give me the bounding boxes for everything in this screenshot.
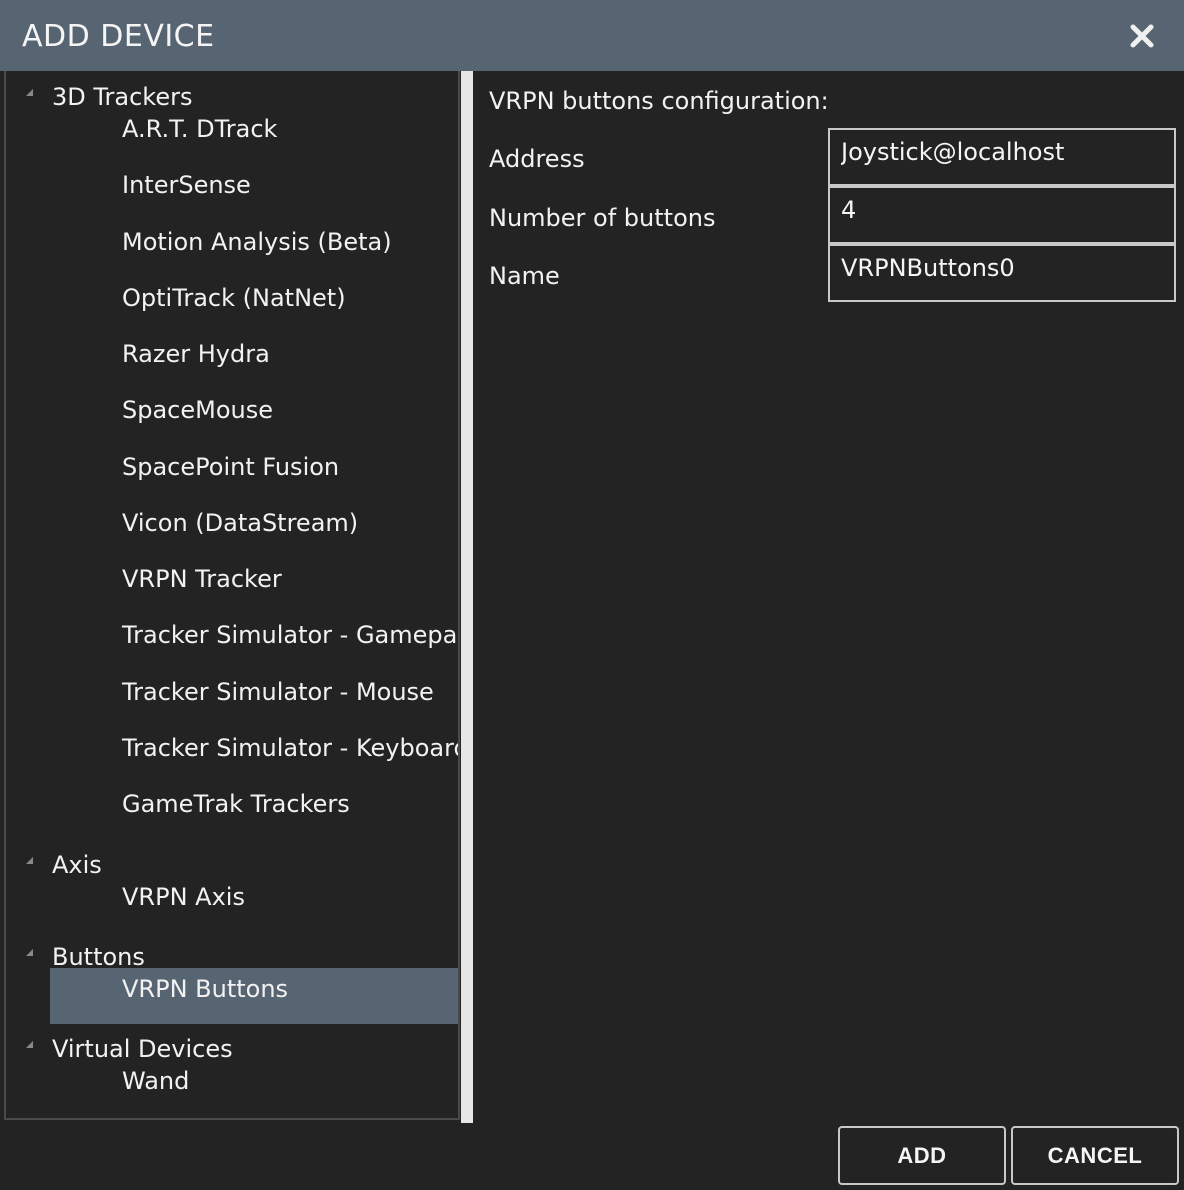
tree-item-label: OptiTrack (NatNet): [122, 284, 346, 312]
tree-item-optitrack[interactable]: OptiTrack (NatNet): [50, 277, 458, 333]
tree-item-spacemouse[interactable]: SpaceMouse: [50, 389, 458, 445]
close-icon[interactable]: [1120, 16, 1164, 56]
tree-item-label: VRPN Buttons: [122, 975, 289, 1003]
tree-item-art-dtrack[interactable]: A.R.T. DTrack: [50, 108, 458, 164]
tree-item-tracker-sim-gamepad[interactable]: Tracker Simulator - Gamepad: [50, 614, 460, 670]
tree-item-gametrak[interactable]: GameTrak Trackers: [50, 783, 458, 839]
tree-item-vicon[interactable]: Vicon (DataStream): [50, 502, 458, 558]
expander-icon[interactable]: [26, 89, 33, 96]
tree-group-axis: Axis: [6, 844, 458, 880]
expander-icon[interactable]: [26, 857, 33, 864]
tree-item-label: VRPN Axis: [122, 883, 245, 911]
name-label: Name: [489, 262, 560, 290]
tree-item-label: VRPN Tracker: [122, 565, 282, 593]
tree-item-vrpn-axis[interactable]: VRPN Axis: [50, 876, 458, 932]
number-of-buttons-label: Number of buttons: [489, 204, 716, 232]
tree-item-label: Motion Analysis (Beta): [122, 228, 392, 256]
tree-item-label: A.R.T. DTrack: [122, 115, 278, 143]
address-field[interactable]: [828, 128, 1176, 186]
tree-item-motion-analysis[interactable]: Motion Analysis (Beta): [50, 221, 458, 277]
config-title: VRPN buttons configuration:: [489, 87, 829, 115]
tree-item-label: Tracker Simulator - Keyboard: [122, 734, 460, 762]
panel-splitter[interactable]: [461, 71, 473, 1123]
config-panel: VRPN buttons configuration: Address Numb…: [473, 71, 1184, 1120]
add-button[interactable]: ADD: [838, 1126, 1006, 1185]
window-title: ADD DEVICE: [22, 19, 215, 54]
tree-item-tracker-sim-mouse[interactable]: Tracker Simulator - Mouse: [50, 671, 458, 727]
tree-item-label: Wand: [122, 1067, 190, 1095]
tree-group-header[interactable]: Axis: [6, 844, 458, 880]
name-field[interactable]: [828, 244, 1176, 302]
tree-item-vrpn-buttons[interactable]: VRPN Buttons: [50, 968, 458, 1024]
tree-item-razer-hydra[interactable]: Razer Hydra: [50, 333, 458, 389]
tree-item-vrpn-tracker[interactable]: VRPN Tracker: [50, 558, 458, 614]
tree-item-wand[interactable]: Wand: [50, 1060, 458, 1116]
tree-item-tracker-sim-keyboard[interactable]: Tracker Simulator - Keyboard: [50, 727, 460, 783]
tree-group-header[interactable]: Virtual Devices: [6, 1028, 458, 1064]
tree-item-spacepoint-fusion[interactable]: SpacePoint Fusion: [50, 446, 458, 502]
tree-item-label: SpaceMouse: [122, 396, 274, 424]
tree-item-intersense[interactable]: InterSense: [50, 164, 458, 220]
tree-item-label: Tracker Simulator - Mouse: [122, 678, 434, 706]
tree-group-header[interactable]: Buttons: [6, 936, 458, 972]
number-of-buttons-field[interactable]: [828, 186, 1176, 244]
tree-group-buttons: Buttons: [6, 936, 458, 972]
title-bar: ADD DEVICE: [0, 0, 1184, 71]
tree-item-label: Razer Hydra: [122, 340, 270, 368]
tree-item-label: Tracker Simulator - Gamepad: [122, 621, 460, 649]
tree-group-virtual-devices: Virtual Devices: [6, 1028, 458, 1064]
expander-icon[interactable]: [26, 1041, 33, 1048]
device-tree: 3D Trackers A.R.T. DTrack InterSense Mot…: [4, 71, 460, 1120]
tree-item-label: SpacePoint Fusion: [122, 453, 340, 481]
tree-group-3d-trackers: 3D Trackers: [6, 76, 458, 112]
tree-item-label: GameTrak Trackers: [122, 790, 350, 818]
address-label: Address: [489, 145, 585, 173]
tree-group-header[interactable]: 3D Trackers: [6, 76, 458, 112]
expander-icon[interactable]: [26, 949, 33, 956]
tree-item-label: InterSense: [122, 171, 251, 199]
cancel-button[interactable]: CANCEL: [1011, 1126, 1179, 1185]
tree-item-label: Vicon (DataStream): [122, 509, 359, 537]
